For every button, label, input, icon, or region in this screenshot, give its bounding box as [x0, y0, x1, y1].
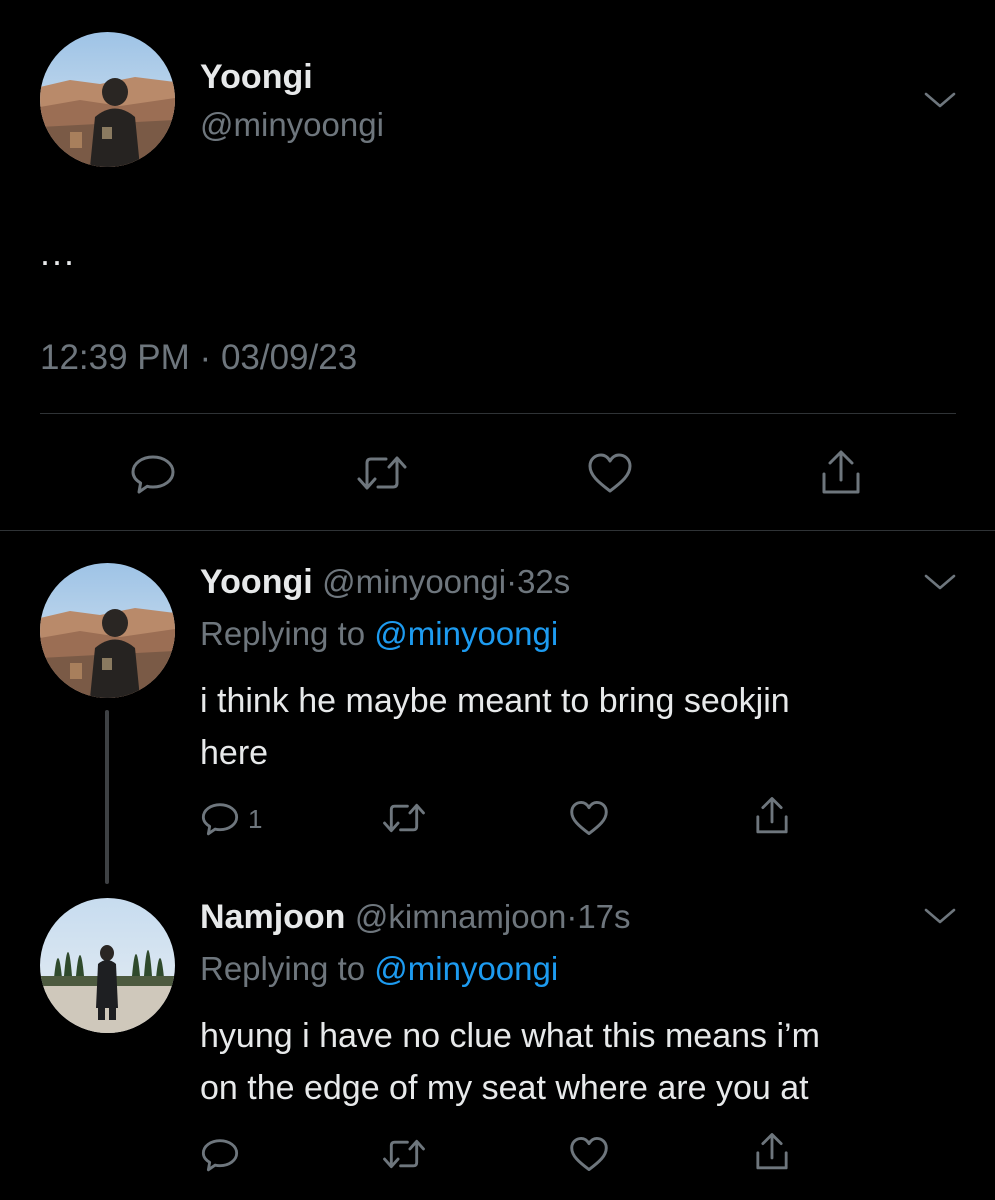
tweet-date: 03/09/23	[220, 338, 358, 377]
reply-text-line: on the edge of my seat where are you at	[200, 1069, 809, 1107]
separator: ·	[566, 898, 578, 935]
reply-text-line: i think he maybe meant to bring seokjin	[200, 682, 790, 720]
reply-text: i think he maybe meant to bring seokjin …	[200, 675, 790, 779]
section-divider	[0, 530, 995, 531]
reply-age: 17s	[577, 898, 631, 935]
replying-to-link[interactable]: @minyoongi	[374, 950, 558, 987]
reply-header: Namjoon @kimnamjoon·17s	[200, 898, 631, 937]
author-name[interactable]: Yoongi	[200, 563, 313, 601]
tweet-text: ...	[40, 232, 77, 273]
share-button[interactable]	[748, 1128, 796, 1176]
retweet-icon	[383, 803, 425, 833]
like-button[interactable]	[582, 445, 638, 501]
reply-icon	[201, 1139, 239, 1172]
reply-count: 1	[248, 804, 263, 834]
separator: ·	[506, 563, 518, 600]
replying-to-label: Replying to	[200, 615, 366, 652]
reply-button[interactable]	[125, 445, 181, 501]
reply-icon	[201, 803, 239, 836]
separator: ·	[199, 338, 212, 377]
retweet-button[interactable]	[380, 1130, 428, 1178]
author-handle[interactable]: @kimnamjoon	[355, 898, 566, 935]
like-button[interactable]	[565, 794, 613, 842]
avatar[interactable]	[40, 563, 175, 698]
share-icon	[756, 797, 788, 834]
replying-to: Replying to @minyoongi	[200, 950, 558, 988]
replying-to-label: Replying to	[200, 950, 366, 987]
reply-header: Yoongi @minyoongi·32s	[200, 563, 570, 602]
reply-icon	[131, 455, 175, 494]
reply-button[interactable]	[196, 1130, 244, 1178]
retweet-icon	[383, 1139, 425, 1169]
share-button[interactable]	[813, 445, 869, 501]
share-icon	[756, 1133, 788, 1170]
reply-age: 32s	[517, 563, 571, 600]
retweet-icon	[357, 456, 407, 490]
share-icon	[822, 450, 860, 494]
heart-icon	[570, 800, 608, 836]
retweet-button[interactable]	[380, 794, 428, 842]
chevron-down-icon[interactable]	[922, 904, 958, 928]
heart-icon	[570, 1136, 608, 1172]
heart-icon	[588, 453, 632, 493]
author-handle[interactable]: @minyoongi	[322, 563, 506, 600]
author-name[interactable]: Yoongi	[200, 58, 313, 97]
thread-line	[105, 710, 109, 884]
chevron-down-icon[interactable]	[922, 88, 958, 112]
author-handle[interactable]: @minyoongi	[200, 106, 384, 144]
reply-text: hyung i have no clue what this means i’m…	[200, 1010, 820, 1114]
reply-text-line: here	[200, 734, 269, 772]
author-name[interactable]: Namjoon	[200, 898, 345, 936]
replying-to-link[interactable]: @minyoongi	[374, 615, 558, 652]
like-button[interactable]	[565, 1130, 613, 1178]
avatar[interactable]	[40, 32, 175, 167]
avatar[interactable]	[40, 898, 175, 1033]
replying-to: Replying to @minyoongi	[200, 615, 558, 653]
reply-button[interactable]	[196, 794, 244, 842]
tweet-time: 12:39 PM	[40, 338, 190, 377]
reply-text-line: hyung i have no clue what this means i’m	[200, 1017, 820, 1055]
retweet-button[interactable]	[354, 445, 410, 501]
divider	[40, 413, 956, 414]
chevron-down-icon[interactable]	[922, 570, 958, 594]
share-button[interactable]	[748, 792, 796, 840]
tweet-timestamp: 12:39 PM · 03/09/23	[40, 338, 357, 378]
